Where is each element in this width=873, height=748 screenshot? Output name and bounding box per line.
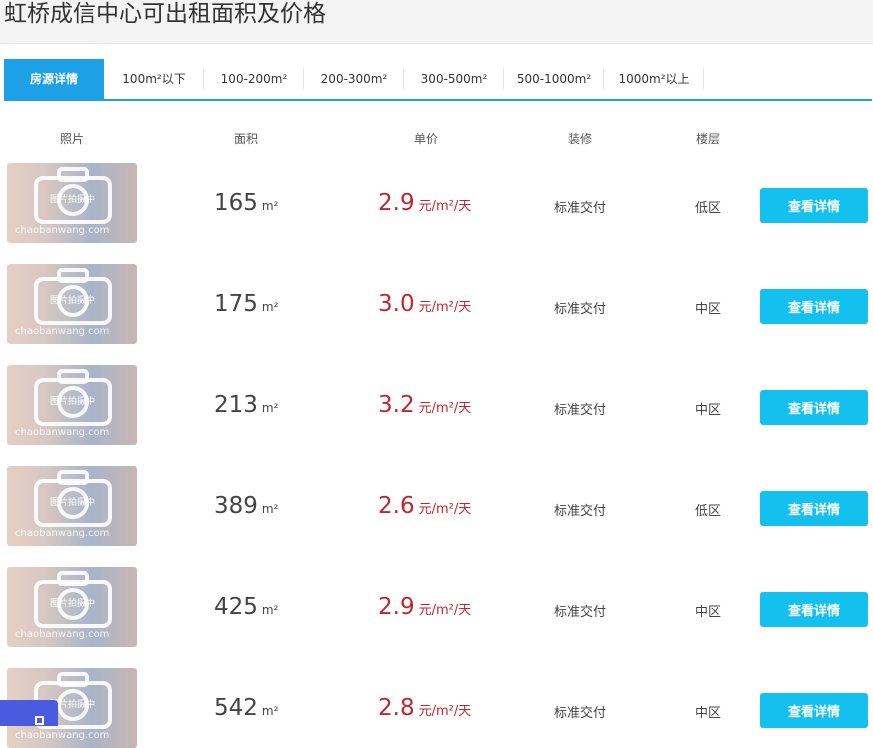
column-header-photo: 照片 — [59, 132, 85, 146]
floor-cell: 低区 — [694, 201, 722, 216]
area-unit: m² — [261, 704, 279, 718]
tab-listing-details[interactable]: 房源详情 — [4, 59, 104, 99]
price-value: 2.6 — [378, 493, 415, 519]
price-cell: 3.0 元/m²/天 — [378, 291, 471, 317]
table-row: 图片拍摄中 chaobanwang.com 542 m² 2.8 元/m²/天 标准交付 中区… — [0, 668, 873, 748]
area-unit: m² — [261, 603, 279, 617]
price-value: 2.9 — [378, 594, 415, 620]
tab-under-100[interactable]: 100m²以下 — [104, 59, 204, 99]
floor-cell: 中区 — [694, 605, 722, 620]
price-value: 3.2 — [378, 392, 415, 418]
listing-photo[interactable]: 图片拍摄中 chaobanwang.com — [7, 163, 137, 243]
tab-divider — [703, 69, 704, 89]
price-unit: 元/m²/天 — [418, 199, 472, 214]
floor-cell: 中区 — [694, 706, 722, 721]
photo-watermark-site: chaobanwang.com — [15, 326, 110, 337]
decoration-cell: 标准交付 — [553, 706, 607, 721]
tab-300-500[interactable]: 300-500m² — [404, 59, 504, 99]
area-cell: 425 m² — [214, 594, 278, 620]
area-cell: 389 m² — [214, 493, 278, 519]
view-details-button[interactable]: 查看详情 — [760, 390, 868, 425]
price-unit: 元/m²/天 — [418, 603, 472, 618]
column-header-area: 面积 — [233, 132, 259, 146]
tab-500-1000[interactable]: 500-1000m² — [504, 59, 604, 99]
size-filter-tabs: 房源详情 100m²以下 100-200m² 200-300m² 300-500… — [4, 59, 872, 101]
price-value: 3.0 — [378, 291, 415, 317]
price-unit: 元/m²/天 — [418, 401, 472, 416]
price-value: 2.8 — [378, 695, 415, 721]
area-value: 175 — [214, 291, 258, 317]
photo-watermark-site: chaobanwang.com — [15, 225, 110, 236]
area-value: 425 — [214, 594, 258, 620]
floor-cell: 中区 — [694, 302, 722, 317]
photo-placeholder-label: 图片拍摄中 — [50, 397, 96, 407]
page-title: 虹桥成信中心可出租面积及价格 — [4, 1, 326, 27]
area-cell: 175 m² — [214, 291, 278, 317]
table-row: 图片拍摄中 chaobanwang.com 389 m² 2.6 元/m²/天 标准交付 低区… — [0, 466, 873, 546]
table-row: 图片拍摄中 chaobanwang.com 213 m² 3.2 元/m²/天 标准交付 中区… — [0, 365, 873, 445]
table-row: 图片拍摄中 chaobanwang.com 425 m² 2.9 元/m²/天 标准交付 中区… — [0, 567, 873, 647]
price-cell: 2.9 元/m²/天 — [378, 594, 471, 620]
table-row: 图片拍摄中 chaobanwang.com 165 m² 2.9 元/m²/天 标准交付 低区… — [0, 163, 873, 243]
area-value: 542 — [214, 695, 258, 721]
area-value: 213 — [214, 392, 258, 418]
photo-placeholder-label: 图片拍摄中 — [50, 599, 96, 609]
price-cell: 2.6 元/m²/天 — [378, 493, 471, 519]
photo-placeholder-label: 图片拍摄中 — [50, 195, 96, 205]
tab-200-300[interactable]: 200-300m² — [304, 59, 404, 99]
square-icon — [35, 716, 44, 725]
floor-cell: 中区 — [694, 403, 722, 418]
area-unit: m² — [261, 502, 279, 516]
column-header-price: 单价 — [413, 132, 439, 146]
photo-placeholder-label: 图片拍摄中 — [50, 296, 96, 306]
view-details-button[interactable]: 查看详情 — [760, 491, 868, 526]
photo-watermark-site: chaobanwang.com — [15, 528, 110, 539]
decoration-cell: 标准交付 — [553, 605, 607, 620]
price-cell: 2.8 元/m²/天 — [378, 695, 471, 721]
view-details-button[interactable]: 查看详情 — [760, 592, 868, 627]
price-cell: 3.2 元/m²/天 — [378, 392, 471, 418]
decoration-cell: 标准交付 — [553, 201, 607, 216]
decoration-cell: 标准交付 — [553, 403, 607, 418]
page-header: 虹桥成信中心可出租面积及价格 — [0, 0, 873, 44]
column-header-decoration: 装修 — [567, 132, 593, 146]
decoration-cell: 标准交付 — [553, 302, 607, 317]
listing-photo[interactable]: 图片拍摄中 chaobanwang.com — [7, 264, 137, 344]
area-cell: 165 m² — [214, 190, 278, 216]
floor-cell: 低区 — [694, 504, 722, 519]
decoration-cell: 标准交付 — [553, 504, 607, 519]
listing-photo[interactable]: 图片拍摄中 chaobanwang.com — [7, 365, 137, 445]
view-details-button[interactable]: 查看详情 — [760, 693, 868, 728]
listing-photo[interactable]: 图片拍摄中 chaobanwang.com — [7, 466, 137, 546]
price-unit: 元/m²/天 — [418, 704, 472, 719]
area-unit: m² — [261, 300, 279, 314]
price-value: 2.9 — [378, 190, 415, 216]
area-unit: m² — [261, 199, 279, 213]
tab-100-200[interactable]: 100-200m² — [204, 59, 304, 99]
tab-over-1000[interactable]: 1000m²以上 — [604, 59, 704, 99]
photo-placeholder-label: 图片拍摄中 — [50, 498, 96, 508]
floating-widget[interactable] — [0, 700, 58, 726]
price-unit: 元/m²/天 — [418, 300, 472, 315]
area-cell: 213 m² — [214, 392, 278, 418]
column-header-floor: 楼层 — [695, 132, 721, 146]
price-cell: 2.9 元/m²/天 — [378, 190, 471, 216]
price-unit: 元/m²/天 — [418, 502, 472, 517]
area-unit: m² — [261, 401, 279, 415]
listing-photo[interactable]: 图片拍摄中 chaobanwang.com — [7, 567, 137, 647]
photo-watermark-site: chaobanwang.com — [15, 427, 110, 438]
view-details-button[interactable]: 查看详情 — [760, 188, 868, 223]
photo-watermark-site: chaobanwang.com — [15, 730, 110, 741]
photo-watermark-site: chaobanwang.com — [15, 629, 110, 640]
area-cell: 542 m² — [214, 695, 278, 721]
view-details-button[interactable]: 查看详情 — [760, 289, 868, 324]
table-row: 图片拍摄中 chaobanwang.com 175 m² 3.0 元/m²/天 标准交付 中区… — [0, 264, 873, 344]
area-value: 389 — [214, 493, 258, 519]
area-value: 165 — [214, 190, 258, 216]
